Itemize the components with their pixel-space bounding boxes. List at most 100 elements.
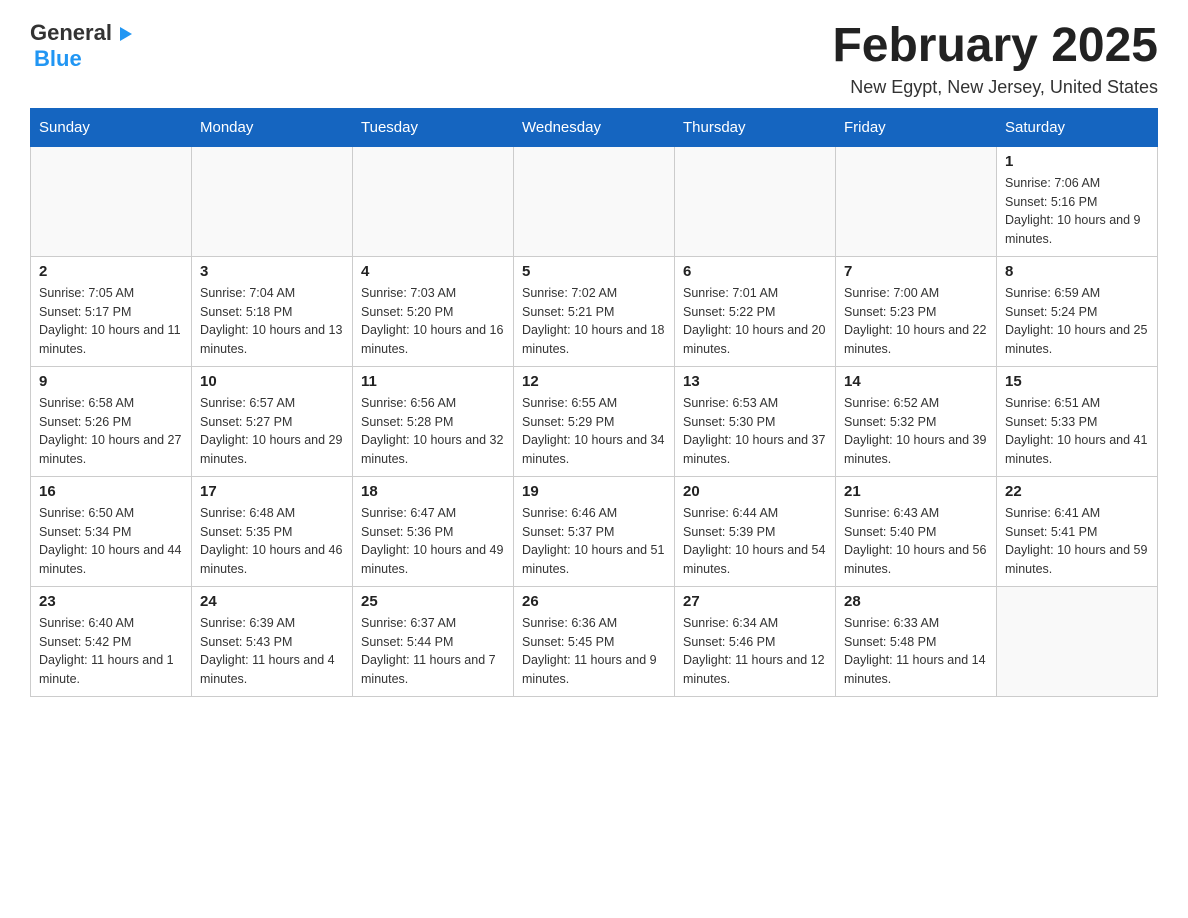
day-info: Sunrise: 6:44 AMSunset: 5:39 PMDaylight:… (683, 504, 827, 579)
table-row: 17 Sunrise: 6:48 AMSunset: 5:35 PMDayligh… (192, 476, 353, 586)
day-number: 10 (200, 373, 344, 390)
day-number: 13 (683, 373, 827, 390)
logo-triangle-icon (114, 23, 136, 45)
day-number: 16 (39, 483, 183, 500)
day-number: 14 (844, 373, 988, 390)
col-friday: Friday (836, 108, 997, 146)
table-row: 4 Sunrise: 7:03 AMSunset: 5:20 PMDaylight… (353, 256, 514, 366)
table-row (31, 146, 192, 256)
table-row: 28 Sunrise: 6:33 AMSunset: 5:48 PMDayligh… (836, 586, 997, 696)
table-row: 14 Sunrise: 6:52 AMSunset: 5:32 PMDayligh… (836, 366, 997, 476)
table-row (353, 146, 514, 256)
table-row: 1Sunrise: 7:06 AMSunset: 5:16 PMDaylight… (997, 146, 1158, 256)
day-info: Sunrise: 6:39 AMSunset: 5:43 PMDaylight:… (200, 614, 344, 689)
table-row: 8 Sunrise: 6:59 AMSunset: 5:24 PMDaylight… (997, 256, 1158, 366)
location-text: New Egypt, New Jersey, United States (832, 77, 1158, 98)
day-number: 4 (361, 263, 505, 280)
table-row: 20 Sunrise: 6:44 AMSunset: 5:39 PMDayligh… (675, 476, 836, 586)
day-info: Sunrise: 6:53 AMSunset: 5:30 PMDaylight:… (683, 394, 827, 469)
logo-blue-text: Blue (34, 46, 82, 71)
month-title: February 2025 (832, 20, 1158, 73)
day-number: 7 (844, 263, 988, 280)
day-info: Sunrise: 6:48 AMSunset: 5:35 PMDaylight:… (200, 504, 344, 579)
day-number: 22 (1005, 483, 1149, 500)
day-info: Sunrise: 6:52 AMSunset: 5:32 PMDaylight:… (844, 394, 988, 469)
title-section: February 2025 New Egypt, New Jersey, Uni… (832, 20, 1158, 98)
table-row: 26Sunrise: 6:36 AMSunset: 5:45 PMDayligh… (514, 586, 675, 696)
day-number: 5 (522, 263, 666, 280)
table-row (997, 586, 1158, 696)
table-row: 19Sunrise: 6:46 AMSunset: 5:37 PMDayligh… (514, 476, 675, 586)
day-info: Sunrise: 7:03 AMSunset: 5:20 PMDaylight:… (361, 284, 505, 359)
day-info: Sunrise: 6:41 AMSunset: 5:41 PMDaylight:… (1005, 504, 1149, 579)
day-number: 27 (683, 593, 827, 610)
calendar-table: Sunday Monday Tuesday Wednesday Thursday… (30, 108, 1158, 697)
day-number: 17 (200, 483, 344, 500)
day-info: Sunrise: 7:02 AMSunset: 5:21 PMDaylight:… (522, 284, 666, 359)
table-row: 18 Sunrise: 6:47 AMSunset: 5:36 PMDayligh… (353, 476, 514, 586)
day-number: 11 (361, 373, 505, 390)
day-number: 21 (844, 483, 988, 500)
day-number: 2 (39, 263, 183, 280)
day-number: 20 (683, 483, 827, 500)
day-number: 25 (361, 593, 505, 610)
col-sunday: Sunday (31, 108, 192, 146)
table-row: 25Sunrise: 6:37 AMSunset: 5:44 PMDayligh… (353, 586, 514, 696)
calendar-week-row: 9 Sunrise: 6:58 AMSunset: 5:26 PMDaylight… (31, 366, 1158, 476)
col-thursday: Thursday (675, 108, 836, 146)
day-info: Sunrise: 6:51 AMSunset: 5:33 PMDaylight:… (1005, 394, 1149, 469)
logo-general-text: General (30, 20, 112, 46)
table-row: 7 Sunrise: 7:00 AMSunset: 5:23 PMDaylight… (836, 256, 997, 366)
table-row: 22 Sunrise: 6:41 AMSunset: 5:41 PMDayligh… (997, 476, 1158, 586)
day-number: 3 (200, 263, 344, 280)
day-info: Sunrise: 6:34 AMSunset: 5:46 PMDaylight:… (683, 614, 827, 689)
table-row: 23Sunrise: 6:40 AMSunset: 5:42 PMDayligh… (31, 586, 192, 696)
day-number: 12 (522, 373, 666, 390)
calendar-week-row: 2 Sunrise: 7:05 AMSunset: 5:17 PMDaylight… (31, 256, 1158, 366)
day-info: Sunrise: 6:56 AMSunset: 5:28 PMDaylight:… (361, 394, 505, 469)
table-row: 21 Sunrise: 6:43 AMSunset: 5:40 PMDayligh… (836, 476, 997, 586)
day-info: Sunrise: 7:05 AMSunset: 5:17 PMDaylight:… (39, 284, 183, 359)
day-number: 28 (844, 593, 988, 610)
table-row: 16Sunrise: 6:50 AMSunset: 5:34 PMDayligh… (31, 476, 192, 586)
table-row: 15Sunrise: 6:51 AMSunset: 5:33 PMDayligh… (997, 366, 1158, 476)
logo: General Blue (30, 20, 136, 72)
table-row: 2 Sunrise: 7:05 AMSunset: 5:17 PMDaylight… (31, 256, 192, 366)
day-info: Sunrise: 6:47 AMSunset: 5:36 PMDaylight:… (361, 504, 505, 579)
day-info: Sunrise: 6:57 AMSunset: 5:27 PMDaylight:… (200, 394, 344, 469)
table-row: 11 Sunrise: 6:56 AMSunset: 5:28 PMDayligh… (353, 366, 514, 476)
day-info: Sunrise: 6:36 AMSunset: 5:45 PMDaylight:… (522, 614, 666, 689)
table-row: 27 Sunrise: 6:34 AMSunset: 5:46 PMDayligh… (675, 586, 836, 696)
day-number: 19 (522, 483, 666, 500)
day-number: 1 (1005, 153, 1149, 170)
table-row: 9 Sunrise: 6:58 AMSunset: 5:26 PMDaylight… (31, 366, 192, 476)
day-info: Sunrise: 6:59 AMSunset: 5:24 PMDaylight:… (1005, 284, 1149, 359)
day-number: 24 (200, 593, 344, 610)
day-info: Sunrise: 6:33 AMSunset: 5:48 PMDaylight:… (844, 614, 988, 689)
table-row (514, 146, 675, 256)
day-info: Sunrise: 7:04 AMSunset: 5:18 PMDaylight:… (200, 284, 344, 359)
day-info: Sunrise: 7:01 AMSunset: 5:22 PMDaylight:… (683, 284, 827, 359)
table-row (836, 146, 997, 256)
table-row: 3 Sunrise: 7:04 AMSunset: 5:18 PMDaylight… (192, 256, 353, 366)
day-number: 8 (1005, 263, 1149, 280)
table-row: 12 Sunrise: 6:55 AMSunset: 5:29 PMDayligh… (514, 366, 675, 476)
day-number: 23 (39, 593, 183, 610)
day-info: Sunrise: 6:43 AMSunset: 5:40 PMDaylight:… (844, 504, 988, 579)
calendar-week-row: 23Sunrise: 6:40 AMSunset: 5:42 PMDayligh… (31, 586, 1158, 696)
day-number: 9 (39, 373, 183, 390)
table-row: 5 Sunrise: 7:02 AMSunset: 5:21 PMDaylight… (514, 256, 675, 366)
calendar-week-row: 1Sunrise: 7:06 AMSunset: 5:16 PMDaylight… (31, 146, 1158, 256)
table-row (192, 146, 353, 256)
day-number: 18 (361, 483, 505, 500)
col-saturday: Saturday (997, 108, 1158, 146)
day-info: Sunrise: 6:58 AMSunset: 5:26 PMDaylight:… (39, 394, 183, 469)
day-info: Sunrise: 6:55 AMSunset: 5:29 PMDaylight:… (522, 394, 666, 469)
table-row: 13 Sunrise: 6:53 AMSunset: 5:30 PMDayligh… (675, 366, 836, 476)
col-wednesday: Wednesday (514, 108, 675, 146)
calendar-header-row: Sunday Monday Tuesday Wednesday Thursday… (31, 108, 1158, 146)
day-info: Sunrise: 7:00 AMSunset: 5:23 PMDaylight:… (844, 284, 988, 359)
calendar-week-row: 16Sunrise: 6:50 AMSunset: 5:34 PMDayligh… (31, 476, 1158, 586)
table-row: 10 Sunrise: 6:57 AMSunset: 5:27 PMDayligh… (192, 366, 353, 476)
col-tuesday: Tuesday (353, 108, 514, 146)
